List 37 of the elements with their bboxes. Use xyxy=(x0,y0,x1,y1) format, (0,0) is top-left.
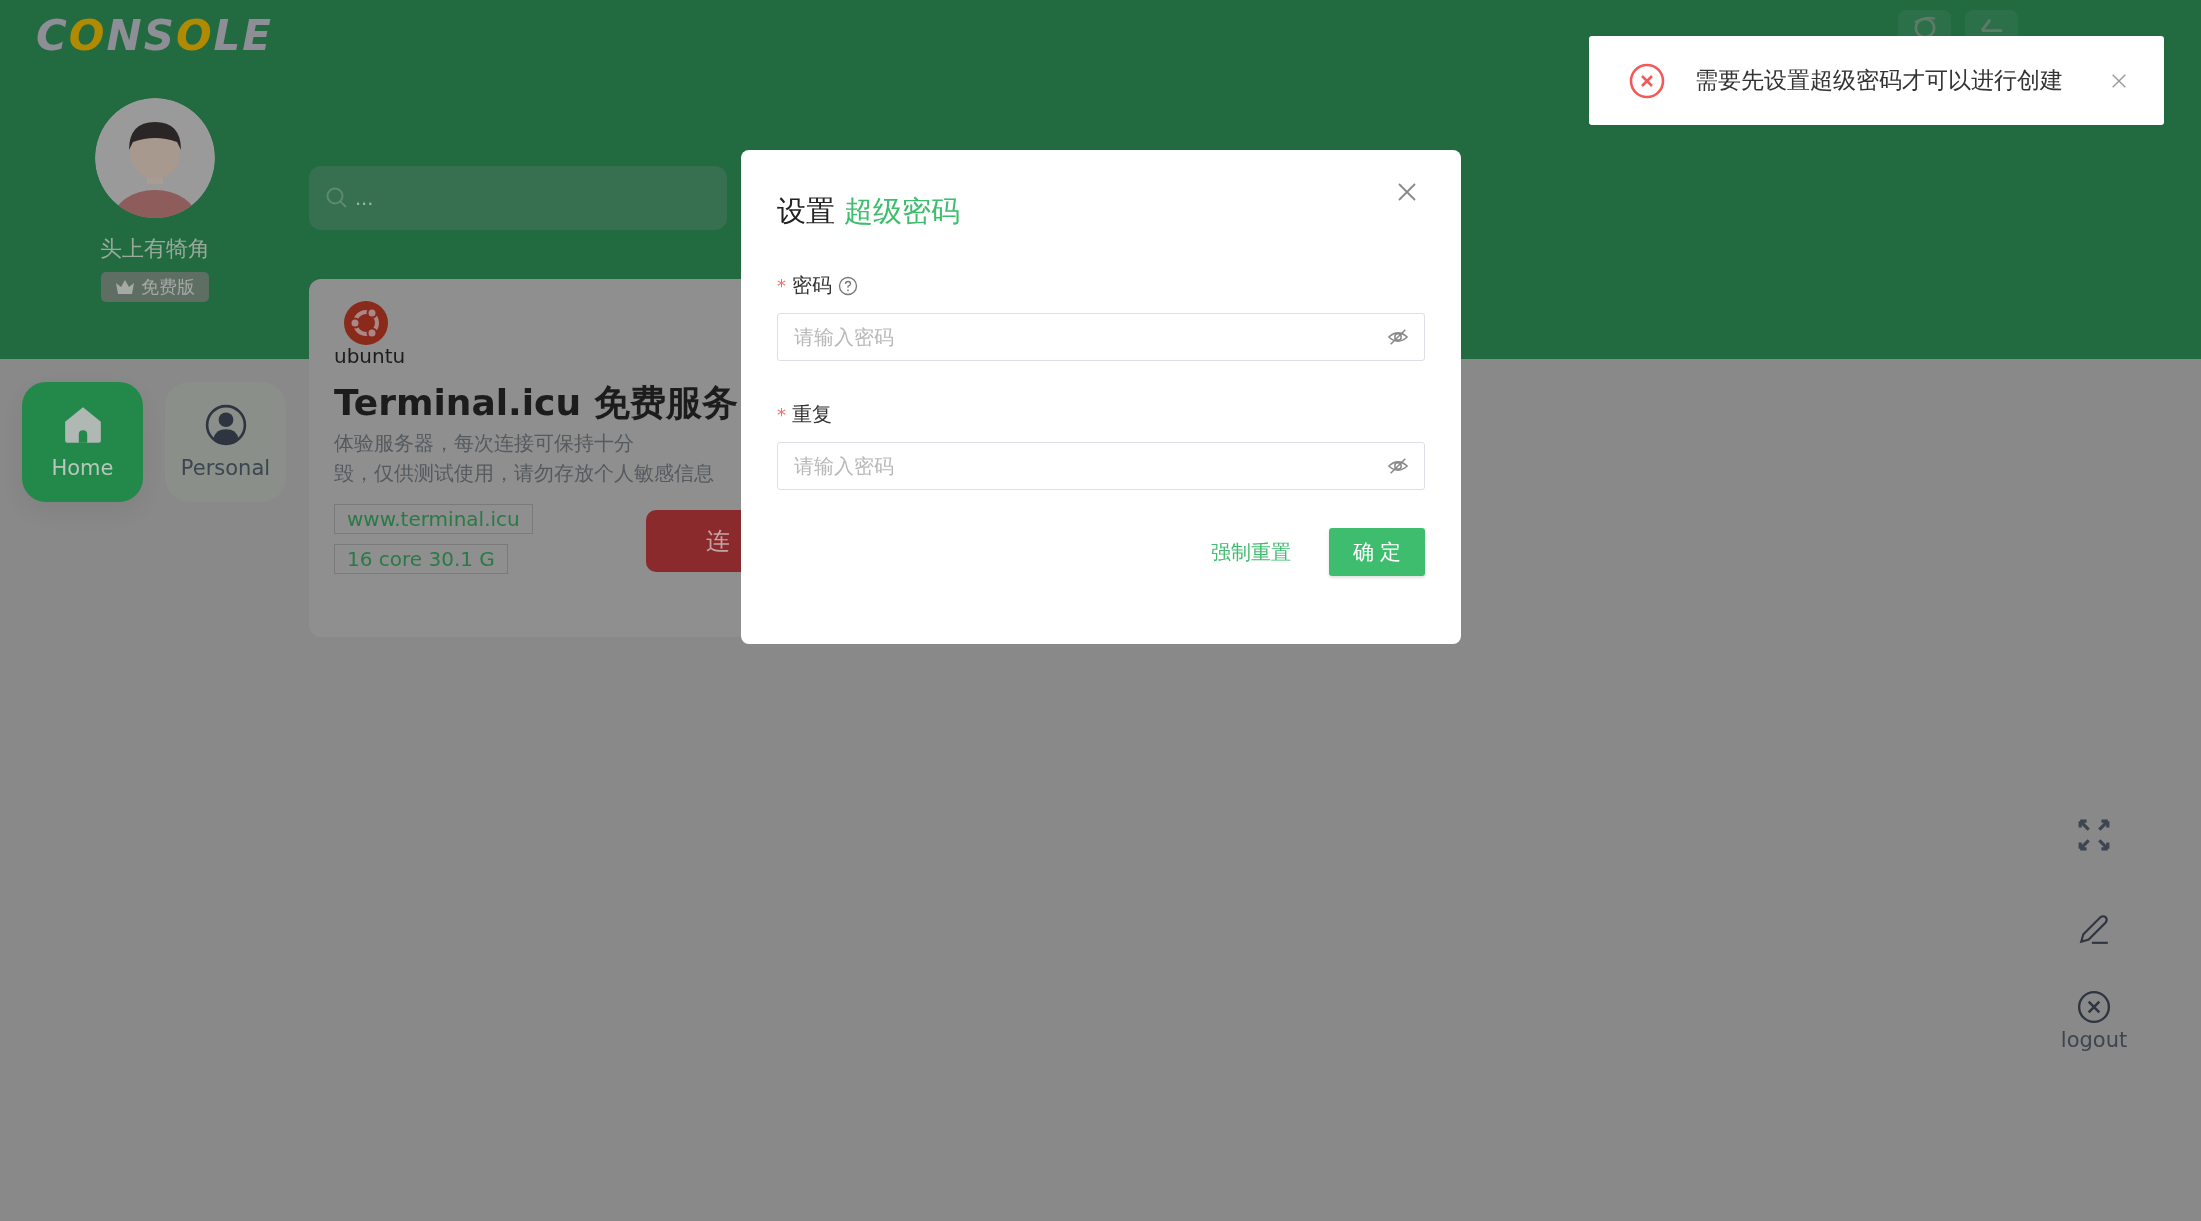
required-mark: * xyxy=(777,275,786,296)
eye-off-icon[interactable] xyxy=(1387,326,1409,348)
plan-label: 免费版 xyxy=(140,275,195,299)
eye-off-icon[interactable] xyxy=(1387,455,1409,477)
close-circle-icon xyxy=(2077,990,2111,1024)
required-mark: * xyxy=(777,404,786,425)
field-label: 重复 xyxy=(792,401,832,428)
search-icon xyxy=(325,186,349,210)
search-field[interactable]: ... xyxy=(309,166,727,230)
globe-icon xyxy=(1913,16,1936,38)
server-title: Terminal.icu 免费服务 xyxy=(334,381,738,425)
dialog-title: 设置 超级密码 xyxy=(777,193,961,230)
server-description: 体验服务器，每次连接可保持十分 xyxy=(334,430,634,457)
nav-item[interactable]: Personal xyxy=(165,382,286,502)
toast-message: 需要先设置超级密码才可以进行创建 xyxy=(1695,66,2064,95)
ubuntu-logo-icon xyxy=(344,301,388,345)
error-icon xyxy=(1629,62,1665,99)
field-label: 密码 xyxy=(792,272,832,299)
nav-item[interactable]: Home xyxy=(22,382,143,502)
logo: CONSOLE xyxy=(35,14,274,58)
close-icon[interactable] xyxy=(2110,71,2128,90)
user-icon xyxy=(204,404,247,446)
user-name: 头上有犄角 xyxy=(99,235,210,263)
password-field[interactable]: 请输入密码 xyxy=(777,313,1425,361)
password-field[interactable]: 请输入密码 xyxy=(777,442,1425,490)
server-tag: www.terminal.icu xyxy=(334,504,533,534)
force-reset-button[interactable]: 强制重置 xyxy=(1211,538,1291,566)
server-tag: 16 core 30.1 G xyxy=(334,544,508,574)
close-icon[interactable] xyxy=(1397,182,1417,202)
confirm-button[interactable]: 确 定 xyxy=(1329,528,1425,576)
help-icon[interactable] xyxy=(838,275,858,296)
server-description: 毁，仅供测试使用，请勿存放个人敏感信息 xyxy=(334,460,714,487)
fullscreen-icon[interactable] xyxy=(2077,818,2111,852)
pen-icon[interactable] xyxy=(2077,912,2111,946)
crown-icon xyxy=(114,279,135,295)
os-name: ubuntu xyxy=(334,345,406,367)
logout-button[interactable]: logout xyxy=(2060,990,2128,1052)
